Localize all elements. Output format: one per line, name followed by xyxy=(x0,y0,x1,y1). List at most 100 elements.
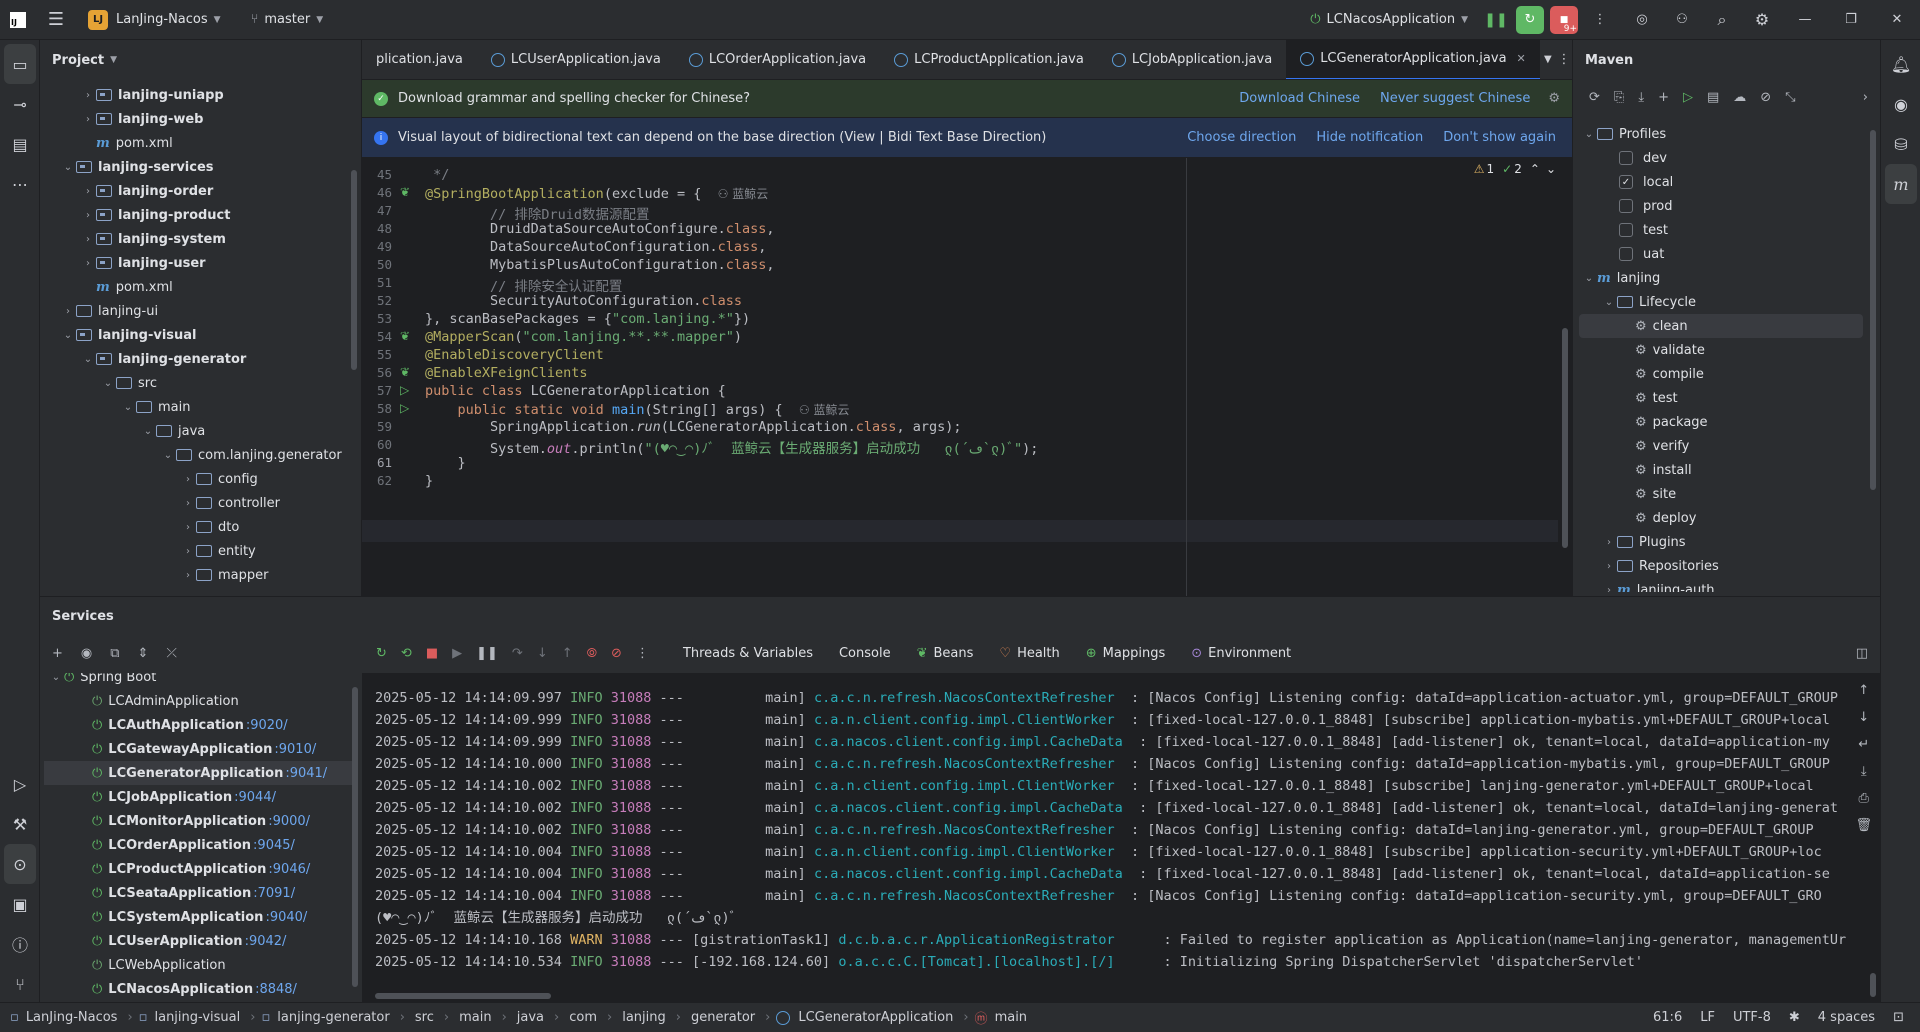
service-port-link[interactable]: :9010/ xyxy=(274,742,316,757)
chevron-down-icon[interactable]: ⌄ xyxy=(60,330,76,341)
tree-item[interactable]: ⌄ src xyxy=(40,371,350,395)
breadcrumb-item[interactable]: main xyxy=(459,1010,491,1025)
lifecycle-validate[interactable]: ⚙ validate xyxy=(1573,338,1869,362)
project-selector[interactable]: LJ LanJing-Nacos ▼ xyxy=(88,9,221,30)
inspection-widget[interactable]: ⚠ 1 ✓ 2 ⌃ ⌄ xyxy=(1474,162,1556,176)
breadcrumb-item[interactable]: lanjing xyxy=(622,1010,666,1025)
lifecycle-package[interactable]: ⚙ package xyxy=(1573,410,1869,434)
run-gutter-icon[interactable]: ▷ xyxy=(400,401,409,415)
settings-gear-icon[interactable]: ⚙ xyxy=(1742,0,1782,40)
run-config-selector[interactable]: ⏻ LCNacosApplication ▼ xyxy=(1310,12,1468,27)
hide-notification-link[interactable]: Hide notification xyxy=(1316,130,1423,145)
run-icon[interactable]: ▷ xyxy=(1683,90,1693,105)
lifecycle-compile[interactable]: ⚙ compile xyxy=(1573,362,1869,386)
pause-icon[interactable]: ❚❚ xyxy=(1482,6,1510,34)
more-vertical-icon[interactable]: ⋮ xyxy=(1556,52,1572,67)
tree-item[interactable]: › lanjing-user xyxy=(40,251,350,275)
project-folder-icon[interactable]: ▭ xyxy=(4,44,36,84)
health-tab[interactable]: ♡ Health xyxy=(999,646,1059,661)
add-service-icon[interactable]: + xyxy=(52,646,63,661)
chevron-right-icon[interactable]: › xyxy=(1601,585,1617,593)
spring-boot-group[interactable]: ⌄ ⏻ Spring Boot xyxy=(40,673,362,689)
stop-icon[interactable]: ■ xyxy=(426,646,438,661)
chevron-right-icon[interactable]: › xyxy=(80,114,96,125)
clear-trash-icon[interactable]: 🗑︎ xyxy=(1855,818,1872,833)
chevron-right-icon[interactable]: › xyxy=(1601,561,1617,572)
chevron-right-icon[interactable]: › xyxy=(80,258,96,269)
resume-icon[interactable]: ▶ xyxy=(452,646,462,661)
collapse-all-icon[interactable]: ⤫ xyxy=(166,646,176,661)
horizontal-scrollbar[interactable] xyxy=(375,993,551,999)
service-item[interactable]: ⏻ LCProductApplication:9046/ xyxy=(40,857,362,881)
tree-item[interactable]: › lanjing-product xyxy=(40,203,350,227)
service-port-link[interactable]: :8848/ xyxy=(255,982,297,997)
chevron-down-icon[interactable]: ⌄ xyxy=(140,426,156,437)
profile-checkbox[interactable] xyxy=(1619,223,1633,237)
dont-show-again-link[interactable]: Don't show again xyxy=(1443,130,1556,145)
tree-item[interactable]: ⌄ lanjing-generator xyxy=(40,347,350,371)
expand-all-icon[interactable]: ⇕ xyxy=(138,646,149,661)
plugins-node[interactable]: › Plugins xyxy=(1573,530,1869,554)
reload-icon[interactable]: ⟳ xyxy=(1589,90,1600,105)
scrollbar[interactable] xyxy=(351,170,357,370)
chevron-right-icon[interactable]: › xyxy=(80,210,96,221)
tab-4[interactable]: LCJobApplication.java xyxy=(1098,40,1286,79)
service-item[interactable]: ⏻ LCSeataApplication:7091/ xyxy=(40,881,362,905)
never-suggest-link[interactable]: Never suggest Chinese xyxy=(1380,91,1530,106)
lifecycle-node[interactable]: ⌄ Lifecycle xyxy=(1573,290,1869,314)
service-item[interactable]: ⏻ LCOrderApplication:9045/ xyxy=(40,833,362,857)
new-tab-icon[interactable]: ⧉ xyxy=(110,646,119,661)
print-icon[interactable]: ⎙ xyxy=(1859,791,1869,806)
step-out-icon[interactable]: ↑ xyxy=(562,646,573,661)
maven-icon[interactable]: m xyxy=(1885,164,1917,204)
pause-icon[interactable]: ❚❚ xyxy=(476,646,498,661)
run-config-icon[interactable]: ▤ xyxy=(1707,90,1719,105)
chevron-right-icon[interactable]: › xyxy=(1601,537,1617,548)
rerun-icon[interactable]: ↻ xyxy=(376,646,387,661)
scrollbar[interactable] xyxy=(1870,130,1876,490)
chevron-down-icon[interactable]: ⌄ xyxy=(1581,273,1597,284)
scrollbar[interactable] xyxy=(352,687,358,987)
step-over-icon[interactable]: ↷ xyxy=(512,646,523,661)
breadcrumb-item[interactable]: src xyxy=(415,1010,434,1025)
skip-tests-icon[interactable]: ⊘ xyxy=(1760,90,1771,105)
service-port-link[interactable]: :9040/ xyxy=(265,910,307,925)
rerun-button[interactable]: ↻ xyxy=(1516,5,1544,34)
scrollbar[interactable] xyxy=(1870,973,1876,997)
maximize-button[interactable]: ❐ xyxy=(1828,0,1874,40)
profile-checkbox[interactable] xyxy=(1619,247,1633,261)
line-separator[interactable]: LF xyxy=(1700,1010,1715,1025)
chevron-right-icon[interactable]: › xyxy=(180,498,196,509)
tab-5[interactable]: LCGeneratorApplication.java ✕ xyxy=(1286,40,1540,79)
service-item[interactable]: ⏻ LCGatewayApplication:9010/ xyxy=(40,737,362,761)
project-panel-header[interactable]: Project ▼ xyxy=(40,40,361,80)
breadcrumb-item[interactable]: com xyxy=(569,1010,597,1025)
breadcrumb-item[interactable]: LCGeneratorApplication xyxy=(798,1010,953,1025)
build-hammer-icon[interactable]: ⚒ xyxy=(0,804,40,844)
tree-item[interactable]: ⌄ main xyxy=(40,395,350,419)
profile-dev[interactable]: dev xyxy=(1573,146,1869,170)
gear-icon[interactable]: ⚙ xyxy=(1548,91,1560,106)
close-window-button[interactable]: ✕ xyxy=(1874,0,1920,40)
rerun-debug-icon[interactable]: ⟲ xyxy=(401,646,412,661)
code-editor[interactable]: ⚠ 1 ✓ 2 ⌃ ⌄ 45 46 47 48 49 50 51 52 53 54 55 56 57 58 59… xyxy=(362,158,1572,596)
chevron-down-icon[interactable]: ⌄ xyxy=(120,402,136,413)
lifecycle-test[interactable]: ⚙ test xyxy=(1573,386,1869,410)
tree-item[interactable]: ⌄ com.lanjing.generator xyxy=(40,443,350,467)
tab-3[interactable]: LCProductApplication.java xyxy=(880,40,1098,79)
tree-item[interactable]: › lanjing-uniapp xyxy=(40,83,350,107)
lock-icon[interactable]: ⊡ xyxy=(1893,1010,1904,1025)
run-gutter-icon[interactable]: ▷ xyxy=(400,383,409,397)
file-encoding[interactable]: UTF-8 xyxy=(1733,1010,1771,1025)
tree-item[interactable]: › lanjing-web xyxy=(40,107,350,131)
ai-assistant-icon[interactable]: ◎ xyxy=(1622,0,1662,40)
add-icon[interactable]: + xyxy=(1658,90,1669,105)
service-port-link[interactable]: :9044/ xyxy=(234,790,276,805)
author-hint[interactable]: ⚇ 蓝鲸云 xyxy=(799,403,850,417)
service-port-link[interactable]: :9041/ xyxy=(285,766,327,781)
main-menu-icon[interactable]: ☰ xyxy=(36,0,76,40)
chevron-down-icon[interactable]: ⌄ xyxy=(1601,297,1617,308)
services-icon[interactable]: ⊙ xyxy=(4,844,36,884)
scroll-down-icon[interactable]: ↓ xyxy=(1858,710,1869,725)
service-port-link[interactable]: :9020/ xyxy=(246,718,288,733)
